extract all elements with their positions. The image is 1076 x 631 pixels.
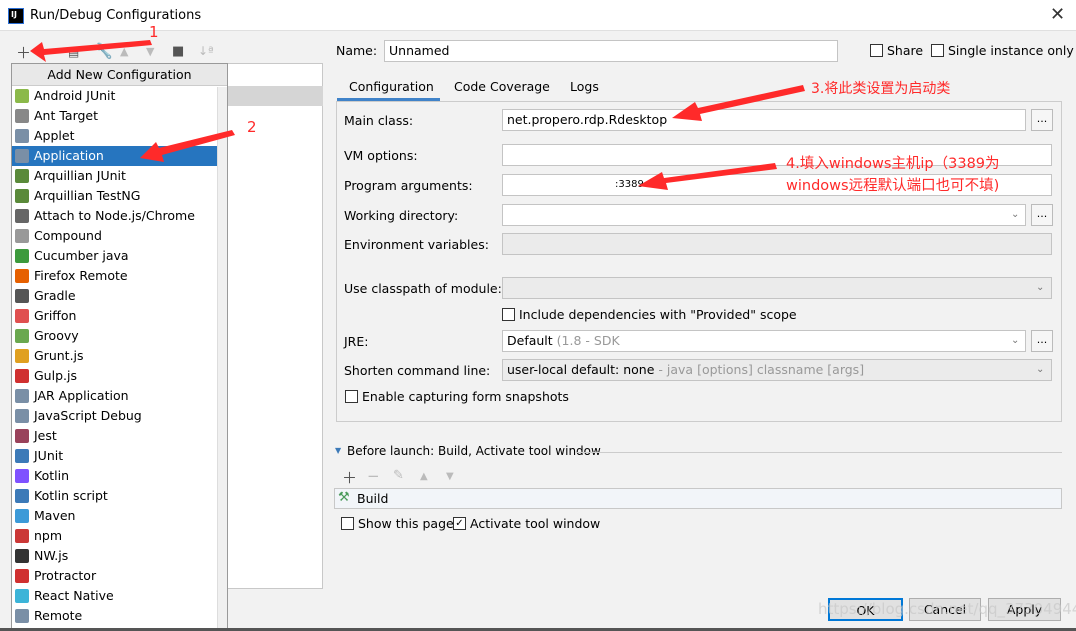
annotation-4-line2: windows远程默认端口也可不填) [786,178,1000,194]
annotation-2: 2 [247,118,257,136]
annotation-1: 1 [149,23,159,41]
arrow-3 [672,85,805,121]
arrow-1 [30,40,152,62]
annotation-3: 3.将此类设置为启动类 [811,81,951,97]
arrow-4 [638,163,777,190]
arrow-2 [140,130,235,162]
annotation-4-line1: 4.填入windows主机ip（3389为 [786,156,1000,172]
